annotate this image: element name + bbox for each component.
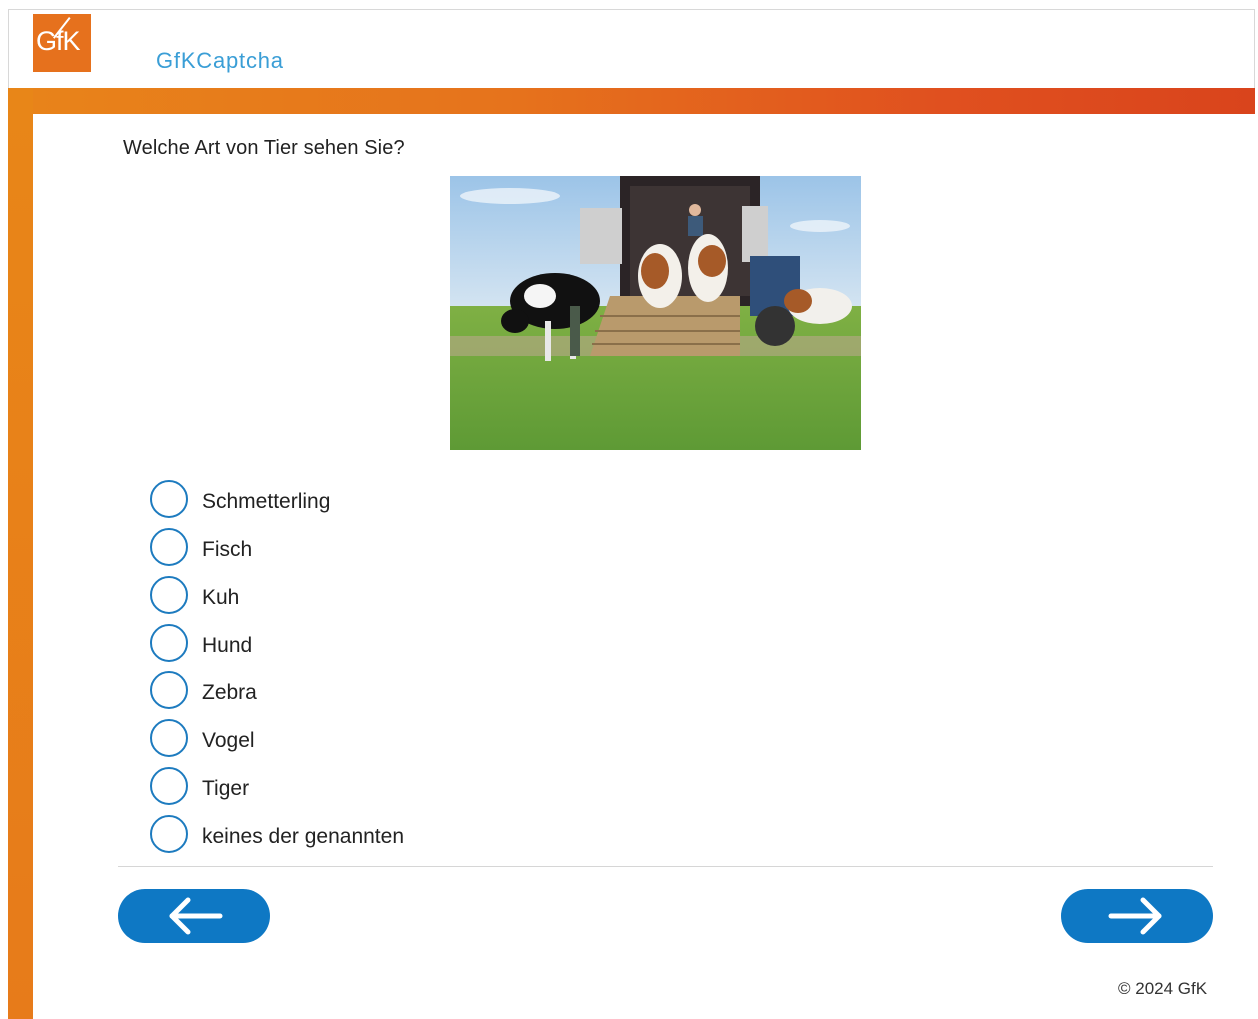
arrow-left-icon: [169, 897, 223, 935]
option-kuh[interactable]: Kuh: [150, 576, 550, 618]
option-label: Vogel: [202, 729, 255, 752]
orange-side-bar: [8, 88, 33, 1019]
option-keines[interactable]: keines der genannten: [150, 815, 550, 857]
radio-button[interactable]: [150, 624, 188, 662]
orange-header-band: [8, 88, 1255, 114]
question-text: Welche Art von Tier sehen Sie?: [123, 137, 405, 159]
radio-button[interactable]: [150, 480, 188, 518]
back-button[interactable]: [118, 889, 270, 943]
option-vogel[interactable]: Vogel: [150, 719, 550, 761]
radio-button[interactable]: [150, 767, 188, 805]
app-title: GfKCaptcha: [156, 48, 284, 73]
radio-button[interactable]: [150, 528, 188, 566]
radio-button[interactable]: [150, 719, 188, 757]
option-label: Fisch: [202, 538, 253, 561]
option-label: keines der genannten: [202, 825, 404, 848]
next-button[interactable]: [1061, 889, 1213, 943]
option-label: Tiger: [202, 777, 250, 800]
option-tiger[interactable]: Tiger: [150, 767, 550, 809]
radio-button[interactable]: [150, 671, 188, 709]
gfk-logo: GfK: [33, 14, 91, 72]
option-label: Zebra: [202, 681, 257, 704]
option-fisch[interactable]: Fisch: [150, 528, 550, 570]
frame-right-border: [1254, 9, 1255, 89]
radio-button[interactable]: [150, 815, 188, 853]
option-zebra[interactable]: Zebra: [150, 671, 550, 713]
arrow-right-icon: [1108, 897, 1162, 935]
captcha-image: [450, 176, 861, 450]
option-hund[interactable]: Hund: [150, 624, 550, 666]
option-schmetterling[interactable]: Schmetterling: [150, 480, 550, 522]
page-header: GfK GfKCaptcha: [9, 10, 1254, 88]
option-label: Schmetterling: [202, 490, 331, 513]
radio-button[interactable]: [150, 576, 188, 614]
divider: [118, 866, 1213, 867]
option-label: Kuh: [202, 586, 240, 609]
cows-photo: [450, 176, 861, 450]
option-label: Hund: [202, 634, 253, 657]
copyright-text: © 2024 GfK: [1118, 979, 1208, 998]
